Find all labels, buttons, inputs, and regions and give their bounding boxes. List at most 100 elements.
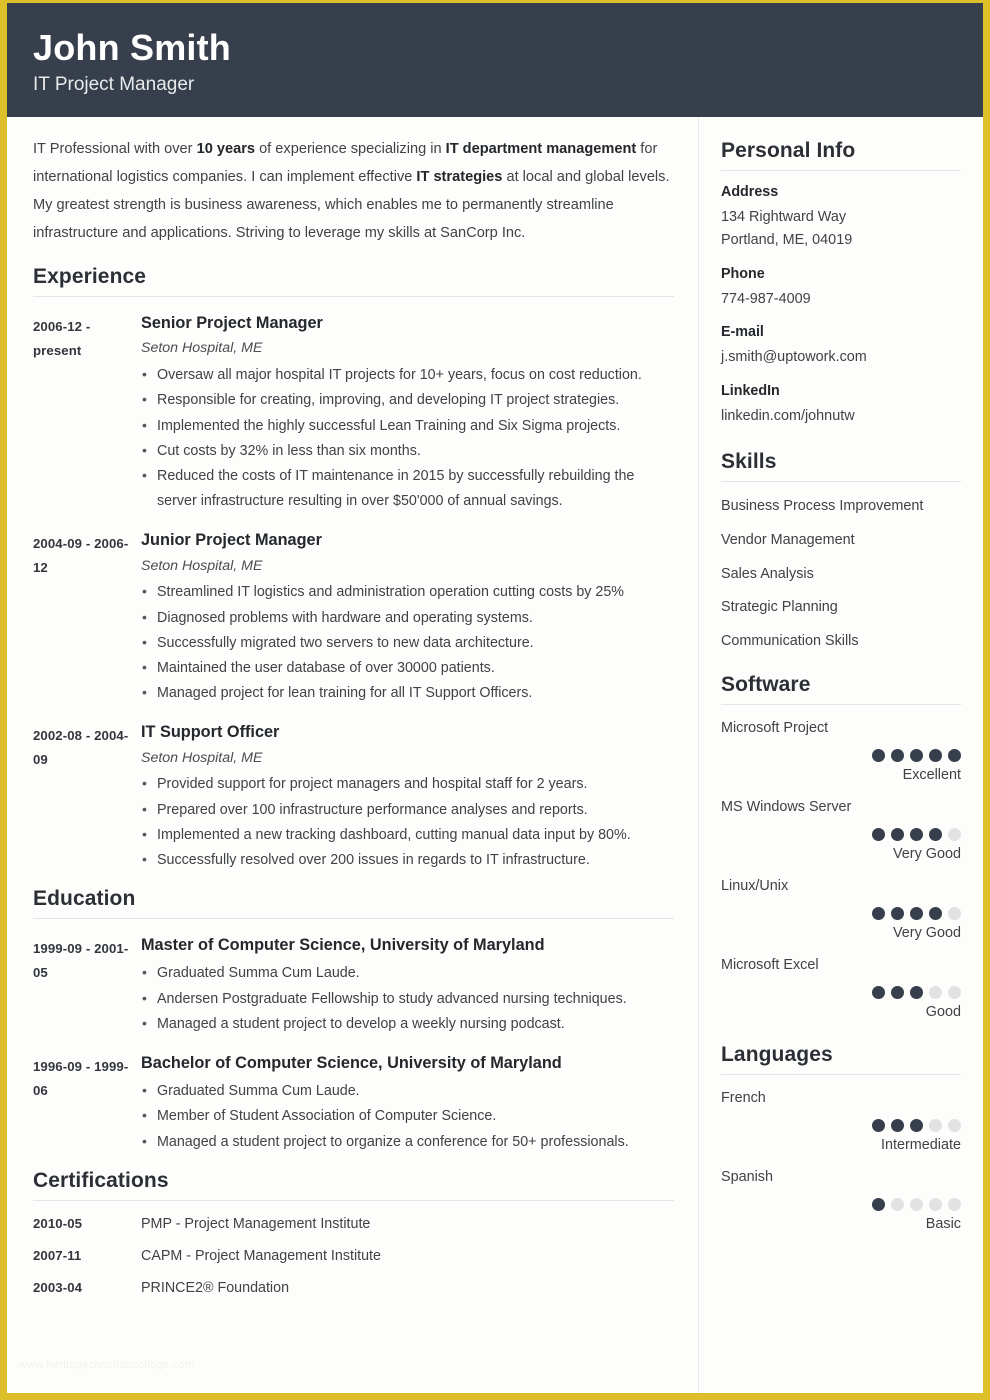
software-name: Microsoft Excel	[721, 956, 819, 973]
bullet-item: Reduced the costs of IT maintenance in 2…	[141, 463, 674, 514]
rating-dots	[721, 1118, 961, 1132]
rating-dot-filled	[948, 748, 961, 762]
rating-dot-filled	[891, 906, 904, 920]
rating-dots	[721, 1197, 961, 1211]
rating-dot-empty	[948, 985, 961, 999]
rating-dot-empty	[929, 985, 942, 999]
bullet-item: Successfully resolved over 200 issues in…	[141, 847, 674, 873]
rating-dot-filled	[910, 1118, 923, 1132]
summary-bold-3: IT strategies	[416, 169, 503, 186]
experience-entry: 2002-08 - 2004-09 IT Support Officer Set…	[33, 722, 674, 873]
bullet-item: Implemented a new tracking dashboard, cu…	[141, 822, 674, 848]
info-label-email: E-mail	[721, 324, 764, 341]
rating-dots	[721, 827, 961, 841]
certification-name: CAPM - Project Management Institute	[141, 1247, 381, 1264]
rating-dot-empty	[948, 1197, 961, 1211]
experience-bullets: Provided support for project managers an…	[141, 771, 674, 873]
language-name: French	[721, 1089, 766, 1106]
info-label-linkedin: LinkedIn	[721, 382, 780, 399]
personal-info-field: Phone 774-987-4009	[721, 266, 961, 311]
personal-info-field: Address 134 Rightward Way Portland, ME, …	[721, 184, 961, 253]
bullet-item: Responsible for creating, improving, and…	[141, 387, 674, 413]
sidebar-column: Personal Info Address 134 Rightward Way …	[699, 117, 983, 1393]
education-body: Bachelor of Computer Science, University…	[141, 1053, 674, 1155]
rating-dot-empty	[929, 1197, 942, 1211]
education-entry: 1996-09 - 1999-06 Bachelor of Computer S…	[33, 1053, 674, 1155]
experience-date: 2006-12 - present	[33, 319, 91, 359]
bullet-item: Streamlined IT logistics and administrat…	[141, 579, 674, 605]
certification-row: 2003-04 PRINCE2® Foundation	[33, 1280, 674, 1297]
candidate-name: John Smith	[33, 27, 231, 68]
software-rating-row: Microsoft Project Excellent	[721, 719, 961, 784]
info-value-address-line1: 134 Rightward Way	[721, 209, 847, 226]
rating-dots	[721, 906, 961, 920]
info-value-linkedin[interactable]: linkedin.com/johnutw	[721, 405, 961, 428]
resume-header: John Smith IT Project Manager	[7, 3, 983, 117]
bullet-item: Implemented the highly successful Lean T…	[141, 413, 674, 439]
experience-body: IT Support Officer Seton Hospital, ME Pr…	[141, 722, 674, 873]
rating-dot-filled	[872, 1118, 885, 1132]
experience-role: Junior Project Manager	[141, 531, 322, 550]
section-heading-certifications: Certifications	[33, 1169, 674, 1201]
education-date: 1999-09 - 2001-05	[33, 941, 129, 981]
resume-columns: IT Professional with over 10 years of ex…	[7, 117, 983, 1393]
rating-dot-filled	[929, 827, 942, 841]
rating-dot-filled	[929, 906, 942, 920]
bullet-item: Oversaw all major hospital IT projects f…	[141, 362, 674, 388]
bullet-item: Maintained the user database of over 300…	[141, 655, 674, 681]
rating-dots	[721, 748, 961, 762]
section-heading-education: Education	[33, 887, 674, 920]
experience-date: 2004-09 - 2006-12	[33, 536, 129, 576]
watermark-text: www.heritagechristiancollege.com	[19, 1359, 195, 1371]
software-rating-row: Linux/Unix Very Good	[721, 877, 961, 942]
experience-organization: Seton Hospital, ME	[141, 557, 263, 574]
rating-level-label: Intermediate	[881, 1136, 961, 1153]
experience-entry: 2006-12 - present Senior Project Manager…	[33, 313, 674, 514]
sidebar-heading-skills: Skills	[721, 450, 961, 483]
software-rating-row: Microsoft Excel Good	[721, 956, 961, 1021]
experience-bullets: Oversaw all major hospital IT projects f…	[141, 362, 674, 514]
skill-item: Communication Skills	[721, 633, 859, 650]
bullet-item: Graduated Summa Cum Laude.	[141, 1078, 674, 1104]
language-rating-row: Spanish Basic	[721, 1168, 961, 1233]
info-value-email[interactable]: j.smith@uptowork.com	[721, 346, 961, 369]
sidebar-heading-personal-info: Personal Info	[721, 139, 961, 171]
sidebar-heading-software: Software	[721, 673, 961, 705]
education-bullets: Graduated Summa Cum Laude. Member of Stu…	[141, 1078, 674, 1154]
education-bullets: Graduated Summa Cum Laude. Andersen Post…	[141, 960, 674, 1036]
rating-dot-filled	[910, 827, 923, 841]
rating-dot-filled	[929, 748, 942, 762]
rating-dot-empty	[948, 906, 961, 920]
bullet-item: Managed project for lean training for al…	[141, 680, 674, 706]
summary-bold-1: 10 years	[196, 141, 256, 157]
experience-role: Senior Project Manager	[141, 314, 323, 333]
bullet-item: Andersen Postgraduate Fellowship to stud…	[141, 986, 674, 1012]
language-rating-row: French Intermediate	[721, 1089, 961, 1154]
education-date: 1996-09 - 1999-06	[33, 1058, 129, 1098]
rating-dot-filled	[872, 748, 885, 762]
rating-dots	[721, 985, 961, 999]
education-entry: 1999-09 - 2001-05 Master of Computer Sci…	[33, 935, 674, 1037]
education-body: Master of Computer Science, University o…	[141, 935, 674, 1037]
rating-dot-empty	[929, 1118, 942, 1132]
experience-body: Senior Project Manager Seton Hospital, M…	[141, 313, 674, 514]
experience-role: IT Support Officer	[141, 723, 280, 742]
bullet-item: Cut costs by 32% in less than six months…	[141, 438, 674, 464]
skill-item: Business Process Improvement	[721, 498, 924, 515]
bullet-item: Provided support for project managers an…	[141, 771, 674, 797]
experience-body: Junior Project Manager Seton Hospital, M…	[141, 530, 674, 706]
rating-dot-filled	[891, 827, 904, 841]
sidebar-heading-languages: Languages	[721, 1043, 961, 1075]
bullet-item: Successfully migrated two servers to new…	[141, 630, 674, 656]
rating-dot-empty	[948, 827, 961, 841]
rating-dot-filled	[910, 748, 923, 762]
software-rating-row: MS Windows Server Very Good	[721, 798, 961, 863]
info-value-address-line2: Portland, ME, 04019	[721, 232, 853, 249]
summary-bold-2: IT department management	[445, 141, 637, 157]
personal-info-field: E-mail j.smith@uptowork.com	[721, 324, 961, 369]
resume-page: John Smith IT Project Manager IT Profess…	[0, 0, 990, 1400]
certification-date: 2010-05	[33, 1215, 83, 1231]
main-column: IT Professional with over 10 years of ex…	[7, 117, 699, 1393]
bullet-item: Prepared over 100 infrastructure perform…	[141, 797, 674, 823]
education-degree: Bachelor of Computer Science, University…	[141, 1053, 562, 1072]
